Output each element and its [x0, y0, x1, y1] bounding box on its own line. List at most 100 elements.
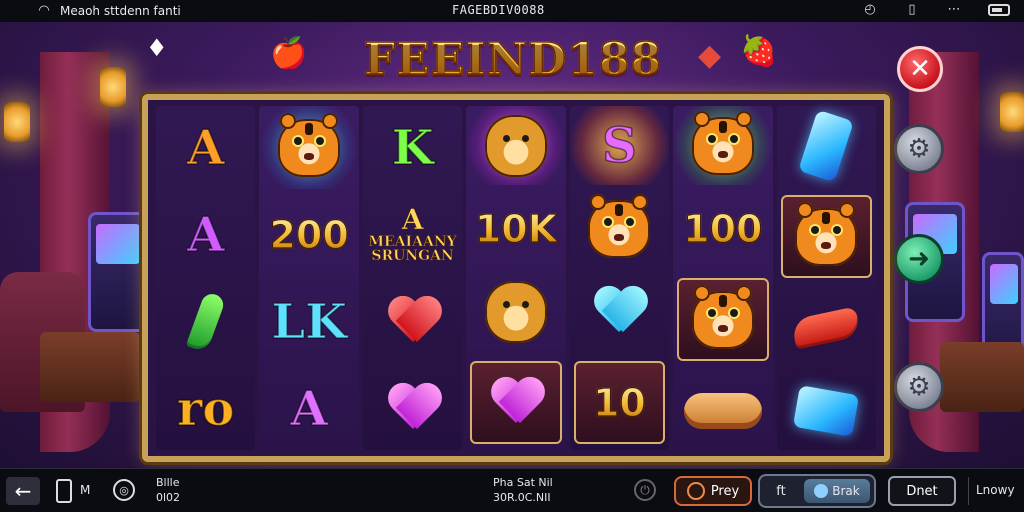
letter-symbol: LK — [271, 293, 348, 351]
apple-deco-icon: 🍎 — [270, 36, 308, 71]
hotdog-icon — [683, 392, 762, 429]
wifi-icon: ◠ — [38, 3, 50, 18]
stat-line-2: 0l02 — [156, 491, 181, 504]
stat-line-1: Bllle — [156, 476, 180, 489]
reel-symbol — [570, 189, 669, 268]
red-chili-icon — [790, 305, 862, 350]
brake-button[interactable]: Brak — [804, 479, 870, 503]
settings-button-2[interactable]: ⚙ — [894, 362, 944, 412]
heart-arrow-icon — [490, 379, 542, 427]
power-button[interactable]: ⏻ — [634, 479, 656, 501]
reel-symbol: 10 — [573, 361, 666, 444]
play-button[interactable]: Prey — [674, 476, 752, 506]
letter-symbol: A — [186, 119, 225, 177]
reel-7 — [776, 106, 876, 450]
reel-symbol — [777, 288, 876, 367]
reel-2: 200 LK A — [259, 106, 359, 450]
multiplier-symbol: 10 — [592, 380, 646, 425]
cyan-heart-icon — [593, 288, 645, 336]
reel-symbol: A — [156, 193, 255, 276]
reel-symbol — [780, 195, 872, 278]
reel-symbol: 100 — [673, 189, 772, 268]
gear-icon: ⚙ — [907, 134, 931, 164]
mid-line-1: Pha Sat Nil — [493, 476, 553, 489]
play-circle-icon — [686, 482, 705, 500]
tiger-icon — [691, 110, 754, 175]
reel-symbol — [677, 278, 769, 361]
reel-3: K A MEAIAANY SRUNGAN — [362, 106, 463, 450]
blue-gem-icon — [798, 109, 855, 182]
badge-line1: MEAIAANY — [368, 233, 457, 250]
reel-symbol: LK — [259, 280, 358, 363]
reel-4: 10K — [466, 106, 566, 450]
more-icon: ⋯ — [947, 2, 961, 17]
gear-icon: ⚙ — [907, 372, 931, 402]
reel-symbol — [570, 272, 669, 351]
multiplier-symbol: 10K — [474, 206, 558, 251]
device-icon[interactable] — [56, 479, 72, 503]
arrow-right-icon: ➜ — [908, 244, 930, 274]
battery-icon — [988, 4, 1010, 16]
reel-symbol — [673, 371, 772, 450]
reel-symbol — [466, 106, 566, 185]
wall-lamp-right — [1000, 92, 1024, 132]
reel-symbol — [777, 106, 876, 185]
reel-symbol — [777, 371, 876, 450]
back-button[interactable]: ← — [6, 477, 40, 505]
reel-symbol — [363, 367, 462, 450]
multiplier-symbol: 100 — [683, 206, 764, 251]
play-label: Prey — [710, 483, 740, 499]
bottom-bar: ← M ◎ Bllle 0l02 Pha Sat Nil 30R.0C.NII … — [0, 468, 1024, 512]
mid-line-2: 30R.0C.NII — [493, 491, 551, 504]
reels-grid: A Aro 200 LK A K A MEAIAANY SRUNGAN 10K S 10 100 — [156, 106, 876, 450]
next-button[interactable]: ➜ — [894, 234, 944, 284]
cougar-icon — [484, 280, 547, 343]
phone-icon: ▯ — [908, 2, 916, 17]
power-icon: ⏻ — [640, 482, 650, 497]
reel-symbol — [259, 106, 359, 189]
tiger-icon — [278, 112, 341, 177]
reel-symbol: 200 — [259, 193, 358, 276]
ruby-deco-icon: ♦ — [146, 34, 168, 62]
dnet-label: Dnet — [906, 483, 938, 499]
circle-icon[interactable]: ◎ — [113, 479, 135, 501]
multiplier-symbol: 200 — [269, 212, 350, 257]
reel-symbol: A — [156, 106, 255, 189]
lnowy-link[interactable]: Lnowy — [976, 483, 1015, 497]
reel-symbol: ro — [156, 367, 255, 450]
stat-display: Bllle 0l02 — [156, 475, 180, 505]
reel-symbol: S — [569, 106, 670, 185]
clock-icon: ◴ — [864, 2, 876, 17]
brake-label: Brak — [832, 484, 860, 498]
arrow-left-icon: ← — [14, 479, 32, 503]
status-left-text: Meaoh sttdenn fanti — [60, 4, 181, 18]
badge-line2: SRUNGAN — [371, 248, 454, 265]
letter-symbol: ro — [176, 380, 235, 438]
settings-button[interactable]: ⚙ — [894, 124, 944, 174]
reel-symbol: A MEAIAANY SRUNGAN — [363, 193, 462, 276]
control-group: ft Brak — [758, 474, 876, 508]
reel-symbol: 10K — [466, 189, 565, 268]
m-label: M — [80, 483, 91, 497]
tiger-icon — [588, 193, 651, 258]
desk-right — [940, 342, 1024, 412]
reel-symbol — [363, 280, 462, 363]
reel-1: A Aro — [156, 106, 256, 450]
letter-symbol: S — [601, 117, 637, 175]
close-button[interactable]: ✕ — [897, 46, 943, 92]
strawberry-heart-deco-icon: 🍓 — [740, 34, 778, 69]
reel-frame: A Aro 200 LK A K A MEAIAANY SRUNGAN 10K S 10 100 — [142, 94, 890, 462]
blue-crystal-icon — [793, 384, 860, 437]
reel-6: 100 — [673, 106, 773, 450]
magenta-heart-icon — [387, 385, 439, 433]
dnet-button[interactable]: Dnet — [888, 476, 956, 506]
reel-symbol: A — [259, 367, 358, 450]
badge-big: A — [401, 203, 424, 237]
group-left-button[interactable]: ft — [764, 484, 798, 499]
reel-symbol — [673, 106, 773, 185]
status-center-text: FAGEBDIV0088 — [452, 3, 545, 17]
reel-symbol — [470, 361, 562, 444]
wall-lamp-left-2 — [100, 67, 126, 107]
toggle-dot-icon — [814, 484, 829, 498]
reel-symbol — [466, 272, 565, 351]
